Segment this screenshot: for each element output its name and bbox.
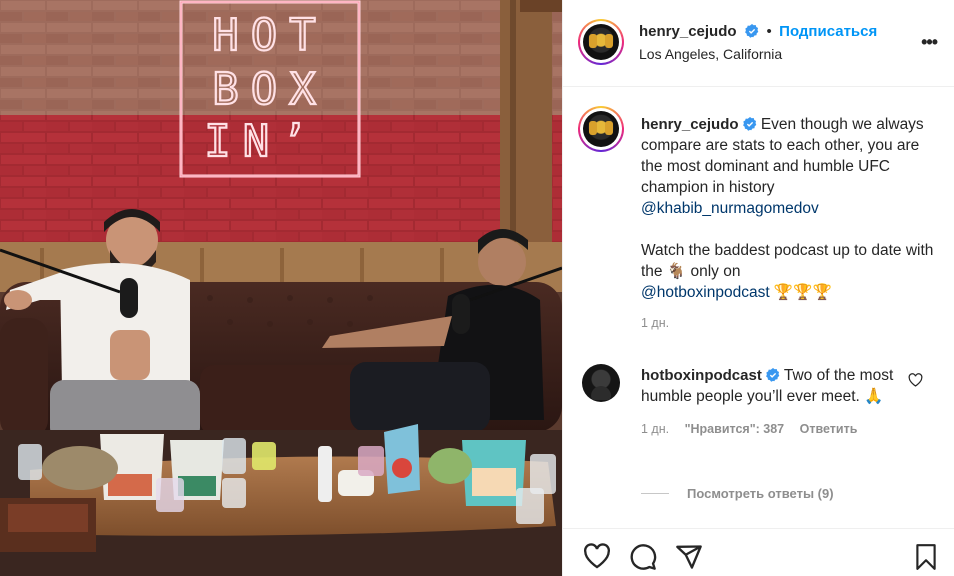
view-replies[interactable]: Посмотреть ответы (9) — [641, 486, 834, 501]
caption-username[interactable]: henry_cejudo — [641, 116, 739, 133]
podcast-scene: HOT BOX IN’ — [0, 0, 562, 576]
dot-separator: • — [766, 23, 772, 40]
comment-like-heart-icon[interactable] — [908, 373, 923, 387]
verified-badge-icon — [745, 24, 759, 38]
reply-button[interactable]: Ответить — [800, 422, 858, 436]
post-details-panel: henry_cejudo • Подписаться Los Angeles, … — [562, 0, 954, 576]
author-username[interactable]: henry_cejudo — [639, 23, 737, 40]
caption: henry_cejudo Even though we always compa… — [641, 114, 941, 334]
author-line: henry_cejudo • Подписаться — [639, 23, 877, 41]
goat-emoji: 🐐 — [666, 263, 687, 280]
neon-line-1: HOT — [212, 10, 327, 61]
comment-likes[interactable]: "Нравится": 387 — [685, 422, 785, 436]
comment-icon[interactable] — [629, 543, 657, 571]
neon-line-2: BOX — [212, 64, 327, 115]
comment: hotboxinpodcast Two of the most humble p… — [641, 365, 896, 440]
comment-time[interactable]: 1 дн. — [641, 422, 669, 436]
post-photo[interactable]: HOT BOX IN’ — [0, 0, 562, 576]
pray-emoji: 🙏 — [864, 388, 884, 405]
mention-link-khabib[interactable]: @khabib_nurmagomedov — [641, 200, 819, 217]
post-header: henry_cejudo • Подписаться Los Angeles, … — [563, 0, 954, 87]
verified-badge-icon — [765, 368, 780, 382]
follow-button[interactable]: Подписаться — [779, 23, 877, 40]
neon-line-3: IN’ — [204, 116, 319, 167]
bookmark-icon[interactable] — [913, 543, 939, 571]
comment-username[interactable]: hotboxinpodcast — [641, 367, 762, 384]
trophy-emojis: 🏆🏆🏆 — [769, 284, 832, 301]
action-bar — [563, 528, 954, 576]
replies-divider — [641, 493, 669, 494]
mention-link-hotboxin[interactable]: @hotboxinpodcast — [641, 284, 770, 301]
comment-avatar[interactable] — [582, 364, 620, 402]
caption-avatar[interactable] — [578, 106, 624, 152]
verified-badge-icon — [742, 117, 756, 131]
author-avatar[interactable] — [578, 19, 624, 65]
view-replies-label[interactable]: Посмотреть ответы (9) — [687, 486, 834, 501]
caption-text-3: only on — [686, 263, 741, 280]
caption-time[interactable]: 1 дн. — [641, 313, 941, 334]
post-location[interactable]: Los Angeles, California — [639, 46, 782, 62]
comment-meta: 1 дн. "Нравится": 387 Ответить — [641, 419, 896, 440]
more-options-icon[interactable]: ••• — [921, 32, 938, 53]
instagram-post: HOT BOX IN’ henry_cejudo • Подписаться L… — [0, 0, 954, 576]
comments-section: henry_cejudo Even though we always compa… — [563, 88, 954, 528]
share-icon[interactable] — [675, 543, 703, 571]
heart-icon[interactable] — [583, 543, 611, 569]
